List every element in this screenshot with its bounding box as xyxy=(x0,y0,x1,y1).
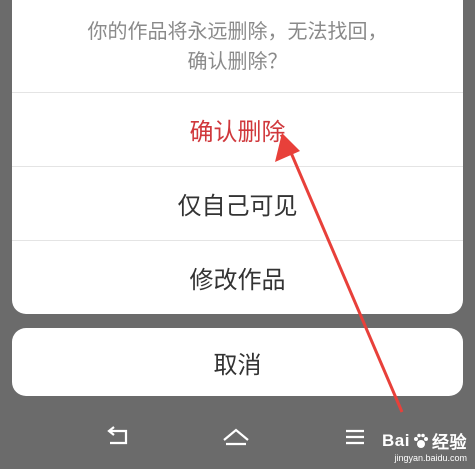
screen: 你的作品将永远删除，无法找回， 确认删除？ 确认删除 仅自己可见 修改作品 取消 xyxy=(0,0,475,469)
cancel-button[interactable]: 取消 xyxy=(12,328,463,396)
action-sheet: 你的作品将永远删除，无法找回， 确认删除？ 确认删除 仅自己可见 修改作品 xyxy=(12,0,463,314)
watermark-url: jingyan.baidu.com xyxy=(394,453,467,463)
only-me-visible-button[interactable]: 仅自己可见 xyxy=(12,167,463,240)
watermark: Bai 经验 jingyan.baidu.com xyxy=(382,428,467,464)
menu-icon[interactable] xyxy=(340,422,380,452)
delete-prompt: 你的作品将永远删除，无法找回， 确认删除？ xyxy=(12,0,463,92)
watermark-logo: Bai 经验 xyxy=(382,428,467,453)
prompt-text: 你的作品将永远删除，无法找回， 确认删除？ xyxy=(78,16,398,76)
prompt-line-1: 你的作品将永远删除，无法找回， xyxy=(87,19,388,43)
confirm-delete-button[interactable]: 确认删除 xyxy=(12,93,463,166)
back-icon[interactable] xyxy=(98,422,138,452)
home-icon[interactable] xyxy=(216,422,256,452)
prompt-line-2: 确认删除？ xyxy=(187,49,288,73)
paw-icon xyxy=(414,433,428,448)
watermark-brand-suffix: 经验 xyxy=(432,433,467,452)
watermark-brand: Bai xyxy=(382,430,410,450)
edit-work-button[interactable]: 修改作品 xyxy=(12,241,463,314)
